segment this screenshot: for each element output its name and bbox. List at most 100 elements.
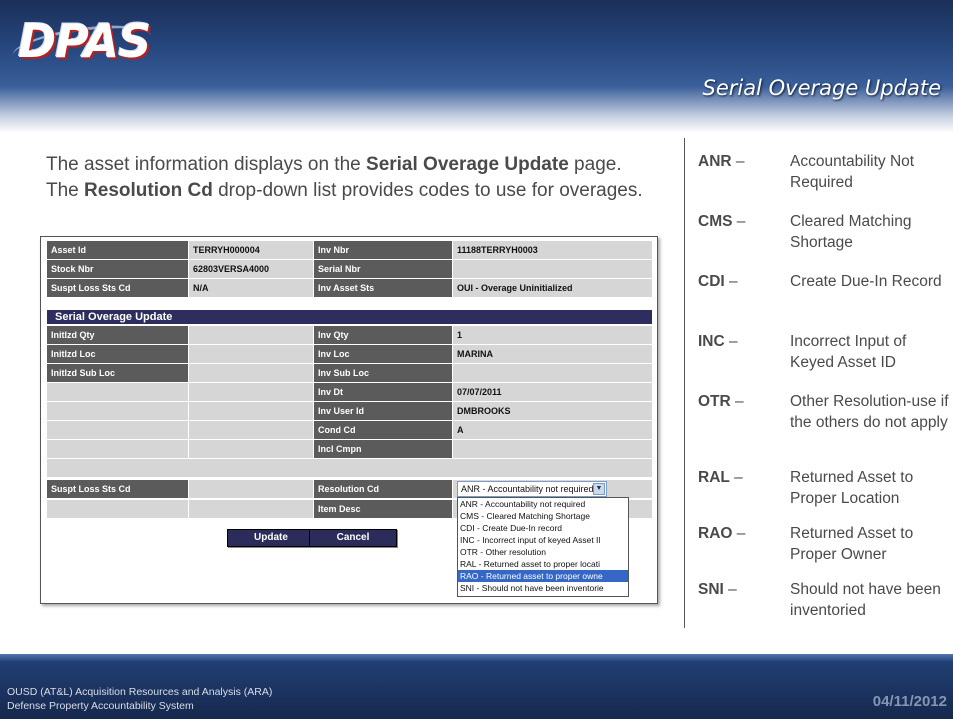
legend-code: CMS – (698, 213, 746, 230)
field-value (453, 260, 652, 278)
field-label: Initlzd Sub Loc (47, 364, 188, 382)
field-value (189, 440, 313, 458)
field-label: Serial Nbr (314, 260, 452, 278)
field-value: DMBROOKS (453, 402, 652, 420)
field-value: TERRYH000004 (189, 241, 313, 259)
field-label: Inv Qty (314, 326, 452, 344)
footer-org: OUSD (AT&L) Acquisition Resources and An… (7, 686, 273, 698)
field-value: 1 (453, 326, 652, 344)
resolution-dropdown-list: ANR - Accountability not required CMS - … (457, 497, 629, 597)
field-value (189, 383, 313, 401)
field-value (453, 440, 652, 458)
field-label: Inv Asset Sts (314, 279, 452, 297)
form-row: Asset Id TERRYH000004 Inv Nbr 11188TERRY… (47, 241, 652, 259)
serial-overage-form-panel: Asset Id TERRYH000004 Inv Nbr 11188TERRY… (40, 236, 658, 604)
legend-description: Should not have been inventoried (790, 581, 941, 619)
legend-code: CDI – (698, 273, 738, 290)
dropdown-option[interactable]: SNI - Should not have been inventorie (458, 582, 628, 594)
field-value (189, 480, 313, 498)
field-value: A (453, 421, 652, 439)
field-value: N/A (189, 279, 313, 297)
form-row: Initlzd Qty Inv Qty 1 (47, 326, 652, 344)
form-row: Cond Cd A (47, 421, 652, 439)
legend-code: SNI – (698, 581, 737, 598)
footer-date: 04/11/2012 (872, 693, 947, 710)
field-label: Inv Loc (314, 345, 452, 363)
form-row: Inv User Id DMBROOKS (47, 402, 652, 420)
dropdown-option[interactable]: OTR - Other resolution (458, 546, 628, 558)
form-row: Inv Dt 07/07/2011 (47, 383, 652, 401)
field-value (189, 345, 313, 363)
dropdown-option[interactable]: ANR - Accountability not required (458, 498, 628, 510)
field-value: 07/07/2011 (453, 383, 652, 401)
dropdown-option[interactable]: CMS - Cleared Matching Shortage (458, 510, 628, 522)
intro-bold2: Resolution Cd (84, 180, 213, 201)
field-value (189, 364, 313, 382)
intro-part1: The asset information displays on the (46, 154, 367, 175)
vertical-divider (684, 138, 685, 628)
form-row: Initlzd Sub Loc Inv Sub Loc (47, 364, 652, 382)
form-row: Stock Nbr 62803VERSA4000 Serial Nbr (47, 260, 652, 278)
field-value: MARINA (453, 345, 652, 363)
dropdown-option[interactable]: RAL - Returned asset to proper locati (458, 558, 628, 570)
resolution-cd-select[interactable]: ANR - Accountability not required ▼ (457, 481, 607, 497)
dropdown-option[interactable]: INC - Incorrect input of keyed Asset Il (458, 534, 628, 546)
dropdown-option[interactable]: CDI - Create Due-In record (458, 522, 628, 534)
footer-system: Defense Property Accountability System (7, 700, 194, 712)
update-button[interactable]: Update (227, 529, 315, 547)
dropdown-option-highlighted[interactable]: RAO - Returned asset to proper owne (458, 570, 628, 582)
intro-part3: drop-down list provides codes to use for… (212, 180, 643, 201)
section-header: Serial Overage Update (47, 310, 652, 324)
legend-description: Returned Asset to Proper Location (790, 469, 914, 507)
field-label: Inv User Id (314, 402, 452, 420)
legend-description: Returned Asset to Proper Owner (790, 525, 914, 563)
field-label: Stock Nbr (47, 260, 188, 278)
chevron-down-icon[interactable]: ▼ (593, 483, 605, 495)
legend-description: Create Due-In Record (790, 273, 942, 290)
intro-bold1: Serial Overage Update (366, 154, 569, 175)
field-value (189, 421, 313, 439)
field-label (47, 383, 188, 401)
field-label: Inv Nbr (314, 241, 452, 259)
resolution-select-value: ANR - Accountability not required (461, 484, 594, 494)
field-label: Resolution Cd (314, 480, 452, 498)
form-row-spacer (47, 459, 652, 477)
legend-code: ANR – (698, 153, 745, 170)
header-banner: DPAS Serial Overage Update (0, 0, 953, 133)
legend-code: OTR – (698, 393, 744, 410)
field-label (47, 402, 188, 420)
form-row: Suspt Loss Sts Cd N/A Inv Asset Sts OUI … (47, 279, 652, 297)
field-value: OUI - Overage Uninitialized (453, 279, 652, 297)
field-label: Suspt Loss Sts Cd (47, 480, 188, 498)
legend-code: INC – (698, 333, 738, 350)
field-value: 62803VERSA4000 (189, 260, 313, 278)
form-row: Initlzd Loc Inv Loc MARINA (47, 345, 652, 363)
field-label (47, 500, 188, 518)
field-label (47, 421, 188, 439)
legend-description: Incorrect Input of Keyed Asset ID (790, 333, 907, 371)
legend-code: RAL – (698, 469, 743, 486)
legend-description: Cleared Matching Shortage (790, 213, 912, 251)
page-title: Serial Overage Update (702, 76, 941, 100)
field-value: 11188TERRYH0003 (453, 241, 652, 259)
legend-description: Accountability Not Required (790, 153, 915, 191)
legend-description: Other Resolution-use if the others do no… (790, 393, 949, 431)
field-label (47, 440, 188, 458)
intro-text: The asset information displays on the Se… (46, 152, 658, 204)
field-label: Item Desc (314, 500, 452, 518)
field-label: Suspt Loss Sts Cd (47, 279, 188, 297)
field-value (189, 326, 313, 344)
field-label: Inv Dt (314, 383, 452, 401)
field-label: Cond Cd (314, 421, 452, 439)
field-label: Inv Sub Loc (314, 364, 452, 382)
field-label: Asset Id (47, 241, 188, 259)
dpas-logo: DPAS (18, 14, 151, 68)
field-value (453, 364, 652, 382)
spacer-cell (47, 459, 652, 477)
field-label: Initlzd Loc (47, 345, 188, 363)
cancel-button[interactable]: Cancel (309, 529, 397, 547)
field-label: Incl Cmpn (314, 440, 452, 458)
field-value (189, 402, 313, 420)
field-value (189, 500, 313, 518)
field-label: Initlzd Qty (47, 326, 188, 344)
